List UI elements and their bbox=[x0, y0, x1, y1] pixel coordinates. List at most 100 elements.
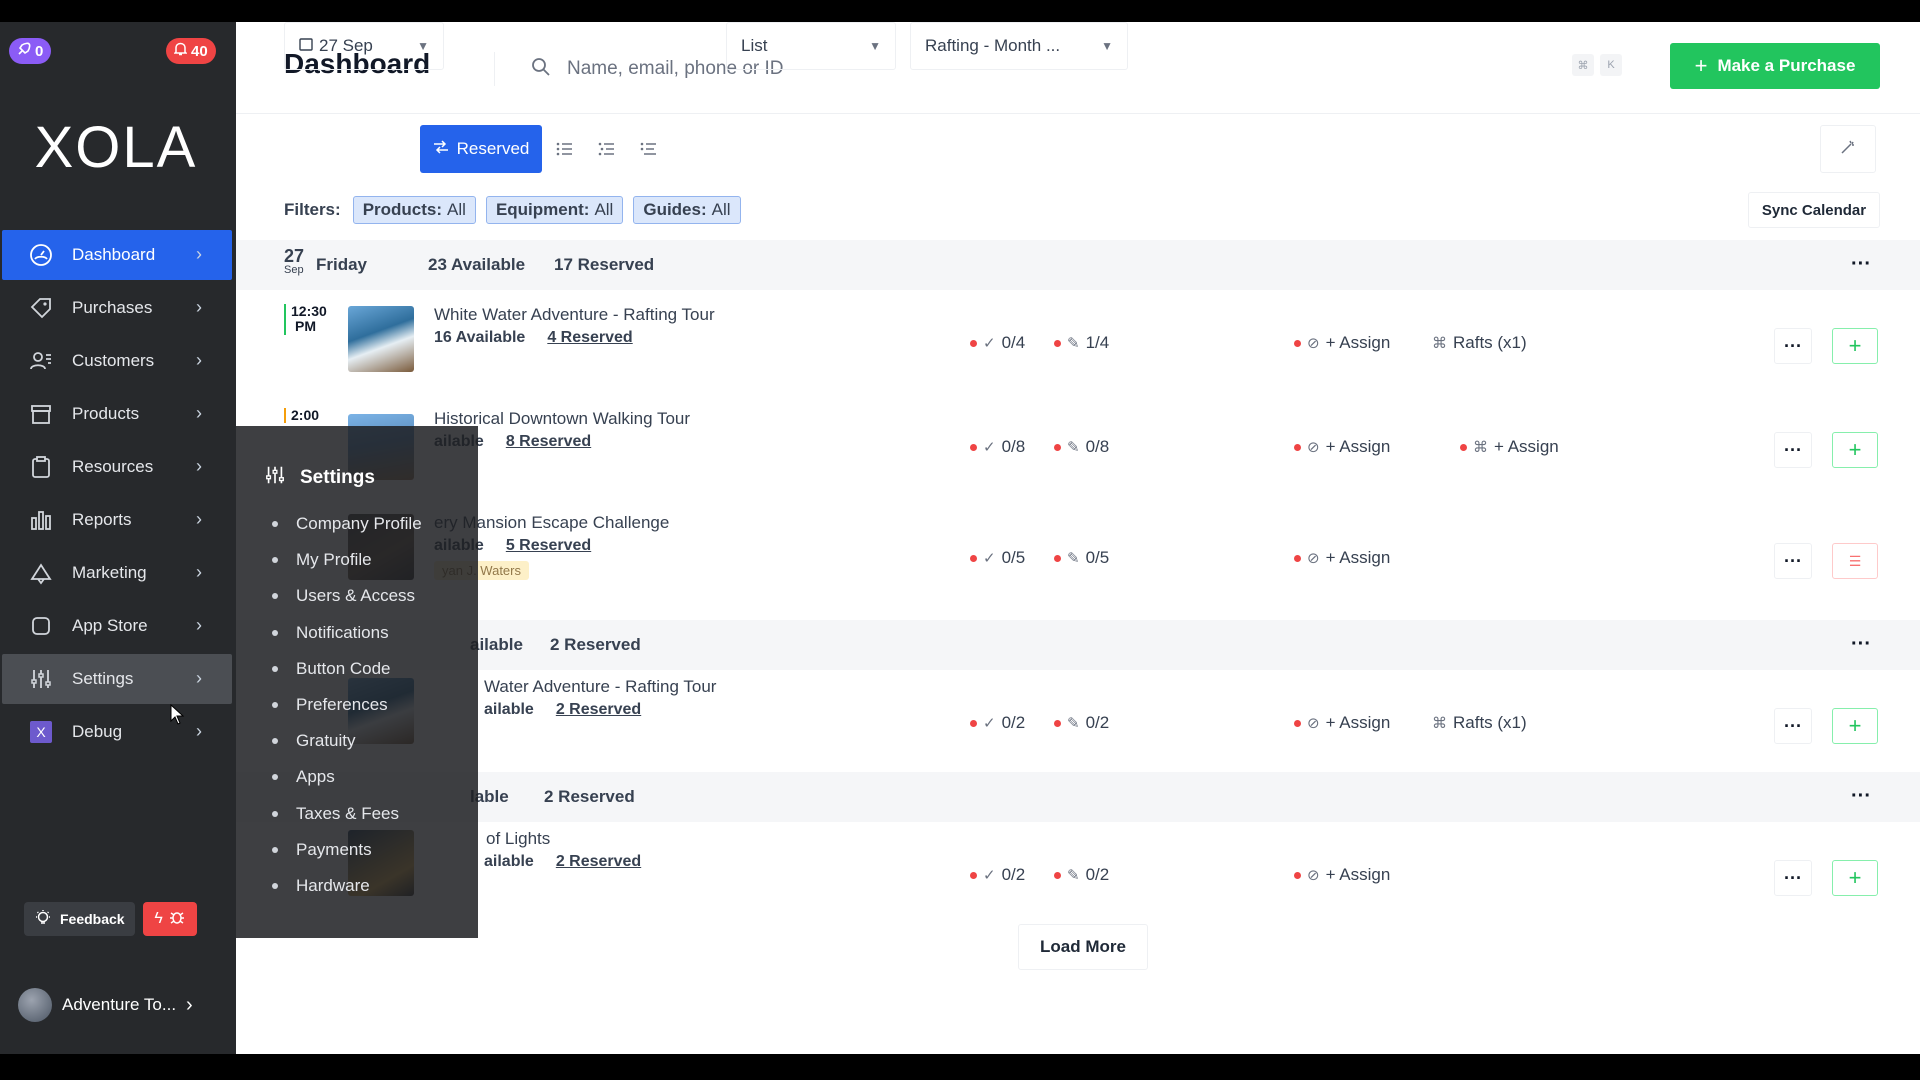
calendar-select[interactable]: Rafting - Month ... ▼ bbox=[910, 22, 1128, 70]
sidebar-item-customers[interactable]: Customers › bbox=[2, 336, 232, 386]
settings-item-users-access[interactable]: Users & Access bbox=[272, 578, 422, 614]
screen-top-border bbox=[0, 0, 1920, 22]
settings-item-my-profile[interactable]: My Profile bbox=[272, 542, 422, 578]
group-more-icon[interactable]: ··· bbox=[1846, 785, 1876, 807]
load-more-button[interactable]: Load More bbox=[1018, 924, 1148, 970]
manifest-button[interactable]: ☰ bbox=[1832, 543, 1878, 579]
sidebar-item-label: Resources bbox=[72, 457, 154, 476]
sidebar-item-reports[interactable]: Reports › bbox=[2, 495, 232, 545]
sidebar-item-label: Purchases bbox=[72, 298, 153, 317]
date-picker[interactable]: 27 Sep ▼ bbox=[284, 22, 444, 70]
sidebar-item-dashboard[interactable]: Dashboard › bbox=[2, 230, 232, 280]
sidebar-item-debug[interactable]: X Debug › bbox=[2, 707, 232, 757]
xola-logo[interactable]: XOLA bbox=[0, 114, 232, 181]
tag-icon: ⌘ bbox=[1432, 715, 1447, 732]
grouped-view-icon[interactable] bbox=[588, 125, 626, 173]
row-more-button[interactable]: ··· bbox=[1774, 708, 1812, 744]
slot-reserved-link[interactable]: 4 Reserved bbox=[547, 329, 632, 347]
filter-chip-products[interactable]: Products: All bbox=[352, 196, 476, 224]
sidebar-item-marketing[interactable]: Marketing › bbox=[2, 548, 232, 598]
checkin-status[interactable]: ✓ 0/2 bbox=[970, 713, 1025, 733]
sidebar-item-app-store[interactable]: App Store › bbox=[2, 601, 232, 651]
checkin-status[interactable]: ✓ 0/2 bbox=[970, 865, 1025, 885]
status-dot bbox=[1460, 443, 1467, 451]
sidebar-nav: Dashboard › Purchases › Customers › Prod… bbox=[0, 230, 236, 760]
checkin-status[interactable]: ✓ 0/4 bbox=[970, 333, 1025, 353]
settings-item-taxes-fees[interactable]: Taxes & Fees bbox=[272, 796, 422, 832]
assign-guide-button[interactable]: ⊘ + Assign bbox=[1294, 548, 1390, 568]
settings-item-company-profile[interactable]: Company Profile bbox=[272, 506, 422, 542]
list-view-icon[interactable] bbox=[546, 125, 584, 173]
slot-reserved-link[interactable]: 5 Reserved bbox=[506, 537, 591, 555]
row-more-button[interactable]: ··· bbox=[1774, 328, 1812, 364]
compass-icon: ⊘ bbox=[1307, 550, 1320, 567]
waiver-status[interactable]: ✎ 0/8 bbox=[1054, 437, 1109, 457]
magic-wand-button[interactable] bbox=[1820, 125, 1876, 173]
slot-title[interactable]: Water Adventure - Rafting Tour bbox=[484, 677, 716, 697]
sidebar-item-products[interactable]: Products › bbox=[2, 389, 232, 439]
assign-equipment-button[interactable]: ⌘ + Assign bbox=[1460, 437, 1559, 457]
avatar bbox=[18, 988, 52, 1022]
day-header: lable 2 Reserved ··· bbox=[236, 772, 1920, 822]
settings-item-gratuity[interactable]: Gratuity bbox=[272, 723, 422, 759]
promo-badge[interactable]: 0 bbox=[9, 38, 52, 64]
sidebar-item-resources[interactable]: Resources › bbox=[2, 442, 232, 492]
report-bug-button[interactable]: ϟ bbox=[142, 902, 197, 936]
equipment-status[interactable]: ⌘ Rafts (x1) bbox=[1432, 333, 1527, 353]
assign-guide-button[interactable]: ⊘ + Assign bbox=[1294, 713, 1390, 733]
waiver-status[interactable]: ✎ 0/2 bbox=[1054, 865, 1109, 885]
assign-guide-button[interactable]: ⊘ + Assign bbox=[1294, 437, 1390, 457]
waiver-status[interactable]: ✎ 0/5 bbox=[1054, 548, 1109, 568]
settings-item-hardware[interactable]: Hardware bbox=[272, 868, 422, 904]
sync-calendar-button[interactable]: Sync Calendar bbox=[1748, 192, 1880, 228]
settings-item-payments[interactable]: Payments bbox=[272, 832, 422, 868]
checkin-status[interactable]: ✓ 0/8 bbox=[970, 437, 1025, 457]
add-booking-button[interactable]: + bbox=[1832, 328, 1878, 364]
slot-reserved-link[interactable]: 8 Reserved bbox=[506, 433, 591, 451]
status-dot bbox=[1054, 554, 1061, 562]
equipment-status[interactable]: ⌘ Rafts (x1) bbox=[1432, 713, 1527, 733]
settings-item-notifications[interactable]: Notifications bbox=[272, 615, 422, 651]
row-more-button[interactable]: ··· bbox=[1774, 432, 1812, 468]
slot-reserved-link[interactable]: 2 Reserved bbox=[556, 701, 641, 719]
compact-view-icon[interactable] bbox=[630, 125, 668, 173]
view-mode-select[interactable]: List ▼ bbox=[726, 22, 896, 70]
waiver-status[interactable]: ✎ 1/4 bbox=[1054, 333, 1109, 353]
day-number: 27 bbox=[284, 246, 305, 266]
assign-guide-button[interactable]: ⊘ + Assign bbox=[1294, 333, 1390, 353]
chevron-right-icon: › bbox=[196, 403, 202, 423]
check-icon: ✓ bbox=[983, 439, 996, 456]
add-booking-button[interactable]: + bbox=[1832, 708, 1878, 744]
waiver-status[interactable]: ✎ 0/2 bbox=[1054, 713, 1109, 733]
slot-available: 16 Available bbox=[434, 329, 526, 346]
alerts-badge[interactable]: 40 bbox=[166, 38, 216, 64]
chevron-right-icon: › bbox=[196, 509, 202, 529]
add-booking-button[interactable]: + bbox=[1832, 432, 1878, 468]
account-switcher[interactable]: Adventure To... › bbox=[18, 988, 193, 1022]
slot-title[interactable]: of Lights bbox=[486, 829, 550, 849]
sidebar-item-settings[interactable]: Settings › bbox=[2, 654, 232, 704]
status-dot bbox=[1054, 871, 1061, 879]
settings-item-preferences[interactable]: Preferences bbox=[272, 687, 422, 723]
checkin-count: 0/8 bbox=[1001, 437, 1026, 456]
make-purchase-button[interactable]: + Make a Purchase bbox=[1670, 43, 1880, 89]
filter-chip-guides[interactable]: Guides: All bbox=[633, 196, 741, 224]
settings-item-button-code[interactable]: Button Code bbox=[272, 651, 422, 687]
sidebar-item-purchases[interactable]: Purchases › bbox=[2, 283, 232, 333]
tag-icon bbox=[28, 295, 54, 321]
day-more-icon[interactable]: ··· bbox=[1846, 253, 1876, 275]
slot-reserved-link[interactable]: 2 Reserved bbox=[556, 853, 641, 871]
filters-bar: Filters: Products: All Equipment: All Guid… bbox=[284, 196, 741, 224]
checkin-status[interactable]: ✓ 0/5 bbox=[970, 548, 1025, 568]
day-reserved: 17 Reserved bbox=[554, 255, 655, 274]
settings-item-apps[interactable]: Apps bbox=[272, 759, 422, 795]
reserved-filter-button[interactable]: Reserved bbox=[420, 125, 542, 173]
row-more-button[interactable]: ··· bbox=[1774, 543, 1812, 579]
row-more-button[interactable]: ··· bbox=[1774, 860, 1812, 896]
add-booking-button[interactable]: + bbox=[1832, 860, 1878, 896]
group-more-icon[interactable]: ··· bbox=[1846, 633, 1876, 655]
assign-guide-button[interactable]: ⊘ + Assign bbox=[1294, 865, 1390, 885]
feedback-button[interactable]: Feedback bbox=[24, 902, 135, 936]
slot-title[interactable]: White Water Adventure - Rafting Tour bbox=[434, 305, 715, 325]
filter-chip-equipment[interactable]: Equipment: All bbox=[485, 196, 624, 224]
